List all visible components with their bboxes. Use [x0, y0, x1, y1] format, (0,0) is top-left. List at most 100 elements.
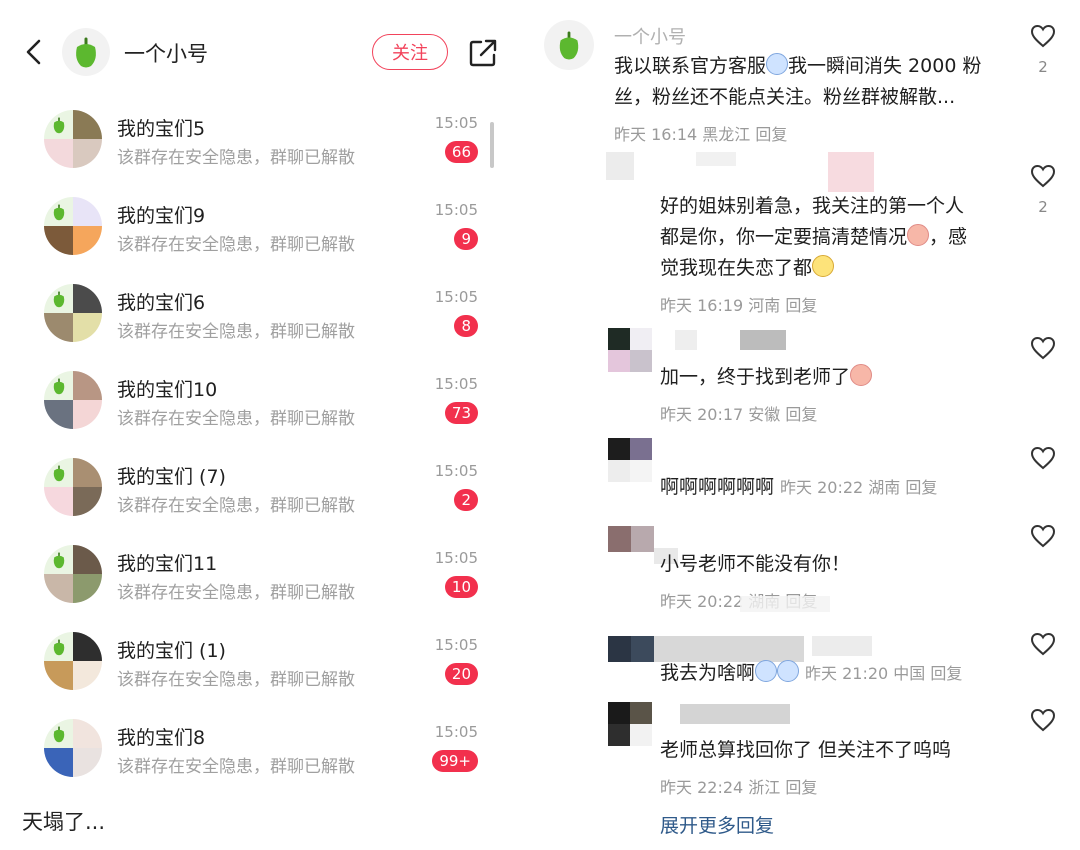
green-pepper-icon [44, 719, 73, 748]
commenter-avatar[interactable] [608, 526, 654, 552]
unread-badge: 2 [454, 489, 478, 511]
group-avatar [44, 545, 102, 603]
green-pepper-icon [44, 371, 73, 400]
group-row[interactable]: 我的宝们9 该群存在安全隐患，群聊已解散 15:05 9 [0, 197, 520, 284]
blurred-username [740, 330, 786, 350]
comment-text-part: 都是你，你一定要搞清楚情况 [660, 226, 908, 248]
group-avatar [44, 110, 102, 168]
heart-outline-icon[interactable] [1030, 446, 1056, 470]
comment-author[interactable]: 一个小号 [614, 23, 686, 49]
comment-text: 老师总算找回你了 但关注不了呜呜 [660, 735, 951, 766]
green-pepper-icon [76, 37, 96, 68]
comment-text-part: 啊啊啊啊啊啊 [660, 476, 775, 498]
group-name: 我的宝们9 [117, 205, 206, 227]
green-pepper-icon [44, 284, 73, 313]
comment-text: 小号老师不能没有你！ [660, 549, 850, 580]
group-status: 该群存在安全隐患，群聊已解散 [117, 583, 355, 603]
emoji-icon [755, 660, 778, 682]
chevron-left-icon[interactable] [24, 38, 44, 66]
group-avatar [44, 197, 102, 255]
unread-badge: 20 [444, 663, 478, 685]
group-row[interactable]: 我的宝们8 该群存在安全隐患，群聊已解散 15:05 99+ [0, 719, 520, 806]
comment-meta[interactable]: 昨天 22:24 浙江 回复 [660, 774, 817, 798]
emoji-icon [907, 224, 930, 246]
group-name: 我的宝们 (1) [117, 640, 226, 662]
group-row[interactable]: 我的宝们 (7) 该群存在安全隐患，群聊已解散 15:05 2 [0, 458, 520, 545]
group-status: 该群存在安全隐患，群聊已解散 [117, 670, 355, 690]
unread-badge: 66 [444, 141, 478, 163]
group-time: 15:05 [434, 723, 478, 741]
commenter-avatar[interactable] [608, 702, 652, 746]
blurred-avatar [606, 152, 634, 180]
group-row[interactable]: 我的宝们6 该群存在安全隐患，群聊已解散 15:05 8 [0, 284, 520, 371]
commenter-avatar[interactable] [608, 438, 652, 482]
blurred-username [675, 330, 697, 350]
like-count: 2 [1038, 198, 1048, 216]
unread-badge: 73 [444, 402, 478, 424]
comment-meta[interactable]: 昨天 21:20 中国 回复 [805, 664, 962, 683]
comment-text-part: 我一瞬间消失 2000 粉 [788, 55, 982, 77]
green-pepper-icon [44, 458, 73, 487]
comment-text-part: 小号老师不能没有你！ [660, 553, 851, 575]
group-name: 我的宝们5 [117, 118, 206, 140]
comment-text-part: 丝，粉丝还不能点关注。粉丝群被解散... [614, 86, 956, 108]
comment-meta[interactable]: 昨天 16:19 河南 回复 [660, 292, 817, 316]
group-avatar [44, 458, 102, 516]
comments-panel: 一个小号 我以联系官方客服 我一瞬间消失 2000 粉 丝，粉丝还不能点关注。粉丝… [530, 0, 1080, 850]
unread-badge: 8 [454, 315, 478, 337]
blurred-username [812, 636, 872, 656]
heart-outline-icon[interactable] [1030, 164, 1056, 188]
commenter-avatar[interactable] [544, 20, 594, 70]
group-time: 15:05 [434, 375, 478, 393]
group-avatar [44, 719, 102, 777]
group-time: 15:05 [434, 636, 478, 654]
group-status: 该群存在安全隐患，群聊已解散 [117, 409, 355, 429]
emoji-icon [777, 660, 800, 682]
green-pepper-icon [44, 197, 73, 226]
commenter-avatar[interactable] [608, 328, 652, 372]
emoji-icon [766, 53, 789, 75]
comment-text: 啊啊啊啊啊啊 昨天 20:22 湖南 回复 [660, 472, 937, 503]
comment-text-part: ，感 [929, 226, 968, 248]
heart-outline-icon[interactable] [1030, 708, 1056, 732]
group-name: 我的宝们11 [117, 553, 218, 575]
group-time: 15:05 [434, 462, 478, 480]
group-row[interactable]: 我的宝们 (1) 该群存在安全隐患，群聊已解散 15:05 20 [0, 632, 520, 719]
group-time: 15:05 [434, 114, 478, 132]
group-row[interactable]: 我的宝们5 该群存在安全隐患，群聊已解散 15:05 66 [0, 110, 520, 197]
profile-avatar[interactable] [62, 28, 110, 76]
emoji-icon [812, 255, 835, 277]
green-pepper-icon [44, 632, 73, 661]
like-count: 2 [1038, 58, 1048, 76]
caption-text: 天塌了... [22, 810, 106, 834]
comment-text: 我去为啥啊 昨天 21:20 中国 回复 [660, 658, 962, 689]
unread-badge: 99+ [432, 750, 478, 772]
emoji-icon [850, 364, 873, 386]
heart-outline-icon[interactable] [1030, 24, 1056, 48]
heart-outline-icon[interactable] [1030, 524, 1056, 548]
share-icon[interactable] [468, 38, 498, 68]
comment-text-part: 好的姐妹别着急，我关注的第一个人 [660, 195, 965, 217]
expand-more-replies-link[interactable]: 展开更多回复 [660, 811, 774, 838]
comment-text: 加一，终于找到老师了 [660, 362, 873, 393]
group-name: 我的宝们 (7) [117, 466, 226, 488]
green-pepper-icon [44, 545, 73, 574]
green-pepper-icon [559, 31, 579, 60]
unread-badge: 9 [454, 228, 478, 250]
heart-outline-icon[interactable] [1030, 336, 1056, 360]
group-row[interactable]: 我的宝们11 该群存在安全隐患，群聊已解散 15:05 10 [0, 545, 520, 632]
commenter-avatar[interactable] [608, 636, 654, 662]
group-row[interactable]: 我的宝们10 该群存在安全隐患，群聊已解散 15:05 73 [0, 371, 520, 458]
unread-badge: 10 [444, 576, 478, 598]
comment-text: 我以联系官方客服 我一瞬间消失 2000 粉 丝，粉丝还不能点关注。粉丝群被解散.… [614, 51, 981, 113]
blurred-username [680, 704, 790, 724]
comment-meta[interactable]: 昨天 16:14 黑龙江 回复 [614, 121, 787, 145]
group-name: 我的宝们10 [117, 379, 218, 401]
comment-text-part: 老师总算找回你了 但关注不了呜呜 [660, 739, 952, 761]
heart-outline-icon[interactable] [1030, 632, 1056, 656]
follow-button[interactable]: 关注 [372, 34, 448, 70]
comment-meta[interactable]: 昨天 20:22 湖南 回复 [780, 478, 937, 497]
blurred-username [696, 152, 736, 166]
comment-text-part: 加一，终于找到老师了 [660, 366, 851, 388]
comment-meta[interactable]: 昨天 20:17 安徽 回复 [660, 401, 817, 425]
